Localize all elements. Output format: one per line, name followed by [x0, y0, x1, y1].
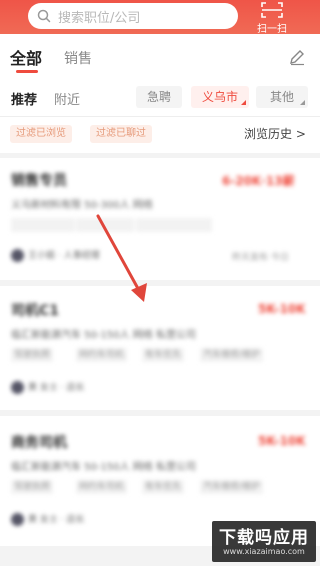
job-tag: 网约车司机: [76, 480, 128, 494]
job-salary: 5K-10K: [258, 434, 306, 448]
company-meta: 临汇新能源汽车 50-150人 网络 私营公司: [11, 462, 196, 473]
avatar: [11, 249, 24, 262]
tab-sales[interactable]: 销售: [64, 48, 92, 68]
recruiter-name: 黄 女士 · 店长: [28, 383, 85, 393]
job-salary: 5K-10K: [258, 302, 306, 316]
browse-history-link[interactable]: 浏览历史 >: [244, 125, 306, 142]
job-card[interactable]: 司机C1 5K-10K 临汇新能源汽车 50-150人 网络 私营公司 驾驶执照…: [0, 286, 320, 410]
avatar: [11, 513, 24, 526]
watermark-logo: 下载吗应用 www.xiazaimao.com: [212, 521, 316, 562]
recruiter-name: 王小姐 · 人事经理: [28, 251, 100, 261]
filter-viewed-pill[interactable]: 过滤已浏览: [10, 125, 72, 143]
filter-other[interactable]: 其他: [256, 86, 308, 108]
job-tag: 驾驶执照: [11, 348, 54, 362]
dropdown-triangle-icon: [241, 100, 246, 105]
job-tag: 汽车维修/维护: [200, 480, 264, 494]
job-tag: 汽车维修/维护: [200, 348, 264, 362]
company-meta: 义乌新材料有限 50-300人 网络: [11, 200, 153, 211]
job-title: 商务司机: [11, 435, 67, 451]
job-title: 司机C1: [11, 303, 60, 319]
filter-city-label: 义乌市: [201, 90, 238, 104]
filter-urgent-label: 急聘: [146, 90, 171, 104]
job-tag: 有车优先: [142, 480, 185, 494]
quick-filter-bar: 过滤已浏览 过滤已聊过 浏览历史 >: [0, 116, 320, 153]
tab-active-indicator: [16, 70, 38, 73]
job-tag: [76, 218, 134, 232]
filter-other-label: 其他: [269, 90, 294, 104]
dropdown-triangle-icon: [300, 100, 305, 105]
search-bar[interactable]: 搜索职位/公司: [28, 3, 238, 29]
search-icon: [37, 9, 51, 23]
scan-button[interactable]: 扫一扫: [252, 0, 292, 35]
job-title: 销售专员: [11, 173, 67, 189]
pencil-icon[interactable]: [288, 48, 306, 66]
filter-urgent[interactable]: 急聘: [136, 86, 182, 108]
company-meta: 临汇新能源汽车 50-150人 网络 私营公司: [11, 330, 196, 341]
watermark-url: www.xiazaimao.com: [223, 547, 305, 556]
recruiter-name: 黄 女士 · 店长: [28, 515, 85, 525]
recruiter-info: 王小姐 · 人事经理: [11, 248, 100, 262]
tab-all[interactable]: 全部: [10, 45, 42, 69]
job-tag: 有车优先: [142, 348, 185, 362]
scan-icon: [261, 2, 283, 18]
job-tag: 网约车司机: [76, 348, 128, 362]
filter-chatted-pill[interactable]: 过滤已聊过: [90, 125, 152, 143]
post-time: 昨天发布 今日: [232, 253, 289, 263]
filter-recommend[interactable]: 推荐: [11, 89, 37, 108]
recruiter-info: 黄 女士 · 店长: [11, 380, 84, 394]
avatar: [11, 381, 24, 394]
search-placeholder: 搜索职位/公司: [58, 10, 141, 26]
category-tabs: 全部 销售: [0, 34, 320, 80]
watermark-title: 下载吗应用: [219, 528, 309, 548]
job-tag: [136, 218, 212, 232]
filter-bar: 推荐 附近 急聘 义乌市 其他: [0, 80, 320, 116]
filter-nearby[interactable]: 附近: [54, 89, 80, 108]
scan-label: 扫一扫: [257, 24, 287, 35]
job-tag: [11, 218, 75, 232]
filter-city[interactable]: 义乌市: [191, 86, 249, 108]
recruiter-info: 黄 女士 · 店长: [11, 512, 84, 526]
job-card[interactable]: 销售专员 6-20K·13薪 义乌新材料有限 50-300人 网络 王小姐 · …: [0, 158, 320, 280]
job-tag: 驾驶执照: [11, 480, 54, 494]
top-header: 搜索职位/公司 扫一扫: [0, 0, 320, 35]
job-salary: 6-20K·13薪: [222, 174, 295, 188]
